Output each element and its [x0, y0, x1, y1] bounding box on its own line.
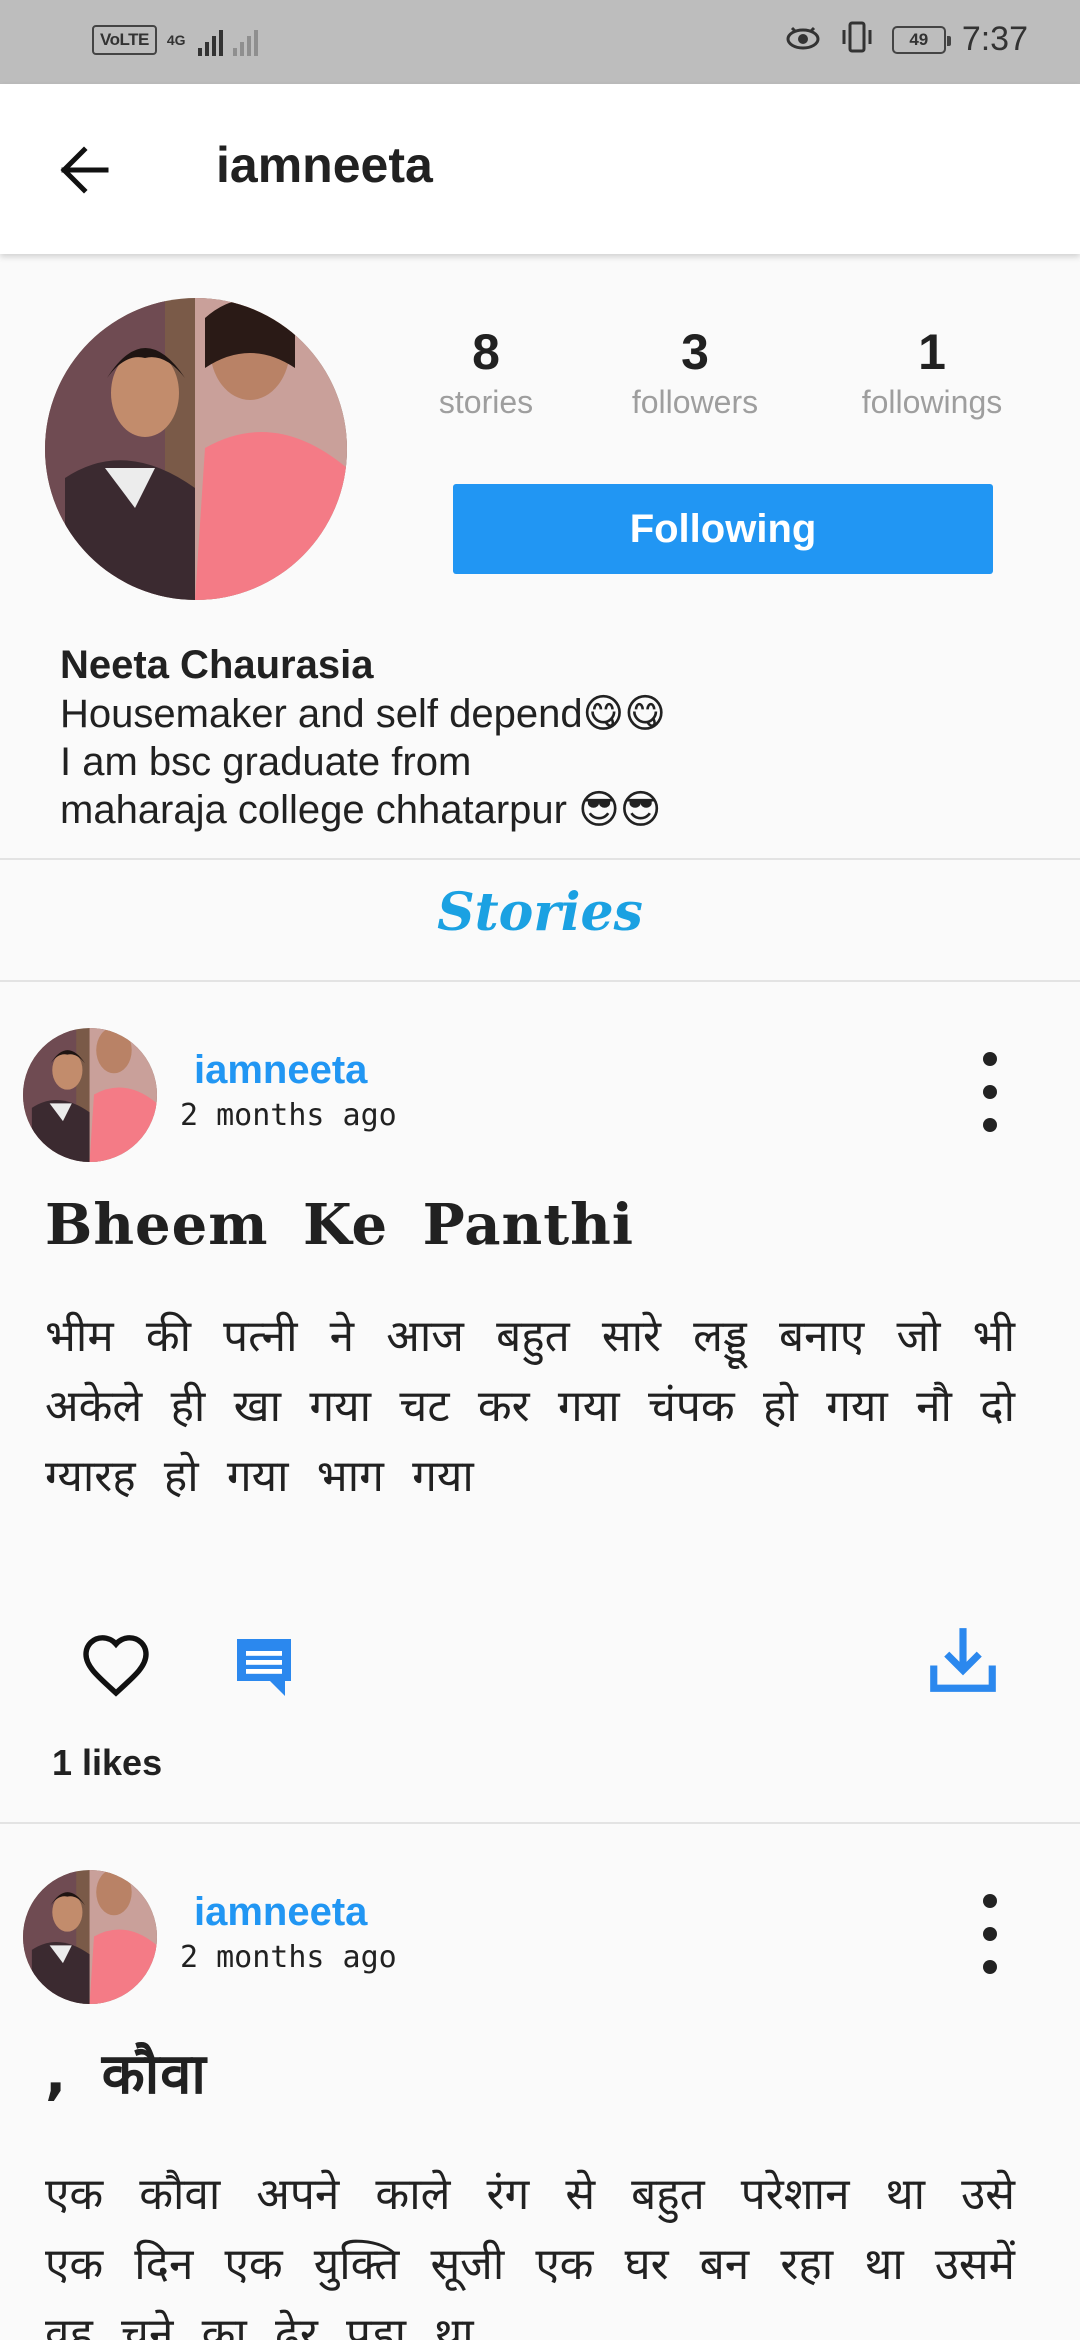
story-card: iamneeta 2 months ago , कौवा एक कौवा अपन… — [0, 1824, 1080, 2340]
more-vert-icon — [983, 1052, 997, 1066]
signal-secondary-icon — [232, 24, 258, 56]
profile-bio: Neeta Chaurasia Housemaker and self depe… — [60, 640, 1020, 834]
volte-icon: VoLTE — [92, 25, 157, 55]
story-title[interactable]: , कौवा — [45, 2034, 207, 2110]
stat-followings-label: followings — [861, 384, 1003, 420]
comment-icon — [237, 1639, 291, 1696]
avatar-photo — [23, 1028, 157, 1162]
stat-followings[interactable]: 1 followings — [822, 322, 1042, 422]
divider — [0, 858, 1080, 860]
post-timestamp: 2 months ago — [180, 1940, 397, 1975]
post-author-avatar[interactable] — [23, 1028, 157, 1162]
comment-button[interactable] — [228, 1630, 300, 1702]
status-right: 49 7:37 — [784, 20, 1028, 59]
profile-name: Neeta Chaurasia — [60, 643, 374, 687]
heart-icon — [83, 1635, 149, 1697]
stat-stories[interactable]: 8 stories — [376, 322, 596, 422]
signal-icon — [197, 24, 223, 56]
avatar-photo — [23, 1870, 157, 2004]
section-title: Stories — [437, 882, 643, 943]
clock: 7:37 — [961, 20, 1028, 58]
stat-stories-label: stories — [438, 384, 534, 420]
arrow-left-icon — [60, 146, 109, 194]
bio-line: I am bsc graduate from — [60, 740, 472, 784]
stat-followers-label: followers — [631, 384, 759, 420]
battery-icon: 49 — [891, 25, 951, 54]
more-vert-icon — [983, 1894, 997, 1908]
story-body: एक कौवा अपने काले रंग से बहुत परेशान था … — [45, 2170, 1015, 2340]
post-author-avatar[interactable] — [23, 1870, 157, 2004]
stat-followers-count: 3 — [681, 324, 709, 380]
post-author-name[interactable]: iamneeta — [194, 1048, 367, 1093]
likes-count: 1 likes — [52, 1742, 163, 1783]
download-icon — [930, 1628, 996, 1692]
bio-line: maharaja college chhatarpur 😎😎 — [60, 788, 662, 832]
post-timestamp: 2 months ago — [180, 1098, 397, 1133]
stat-followings-count: 1 — [918, 324, 946, 380]
story-title[interactable]: Bheem Ke Panthi — [45, 1192, 634, 1258]
like-button[interactable] — [80, 1630, 152, 1702]
bio-line: Housemaker and self depend😋😋 — [60, 692, 666, 736]
status-left: VoLTE 4G — [92, 24, 258, 56]
story-card: iamneeta 2 months ago Bheem Ke Panthi भी… — [0, 982, 1080, 1822]
stat-followers[interactable]: 3 followers — [585, 322, 805, 422]
post-author-name[interactable]: iamneeta — [194, 1890, 367, 1935]
more-options-button[interactable] — [960, 1894, 1020, 1974]
profile-avatar[interactable] — [45, 298, 347, 600]
stat-stories-count: 8 — [472, 324, 500, 380]
app-bar: iamneeta — [0, 84, 1080, 254]
following-button[interactable]: Following — [453, 484, 993, 574]
network-type-label: 4G — [166, 32, 186, 48]
story-body: भीम की पत्नी ने आज बहुत सारे लड्डू बनाए … — [45, 1312, 1015, 1501]
page-title: iamneeta — [216, 137, 433, 193]
avatar-photo — [45, 298, 347, 600]
vibrate-icon — [838, 20, 876, 59]
more-options-button[interactable] — [960, 1052, 1020, 1132]
download-button[interactable] — [924, 1620, 1002, 1698]
eye-comfort-icon — [784, 22, 822, 57]
status-bar: VoLTE 4G 49 7:37 — [0, 0, 1080, 84]
back-button[interactable] — [48, 134, 120, 206]
